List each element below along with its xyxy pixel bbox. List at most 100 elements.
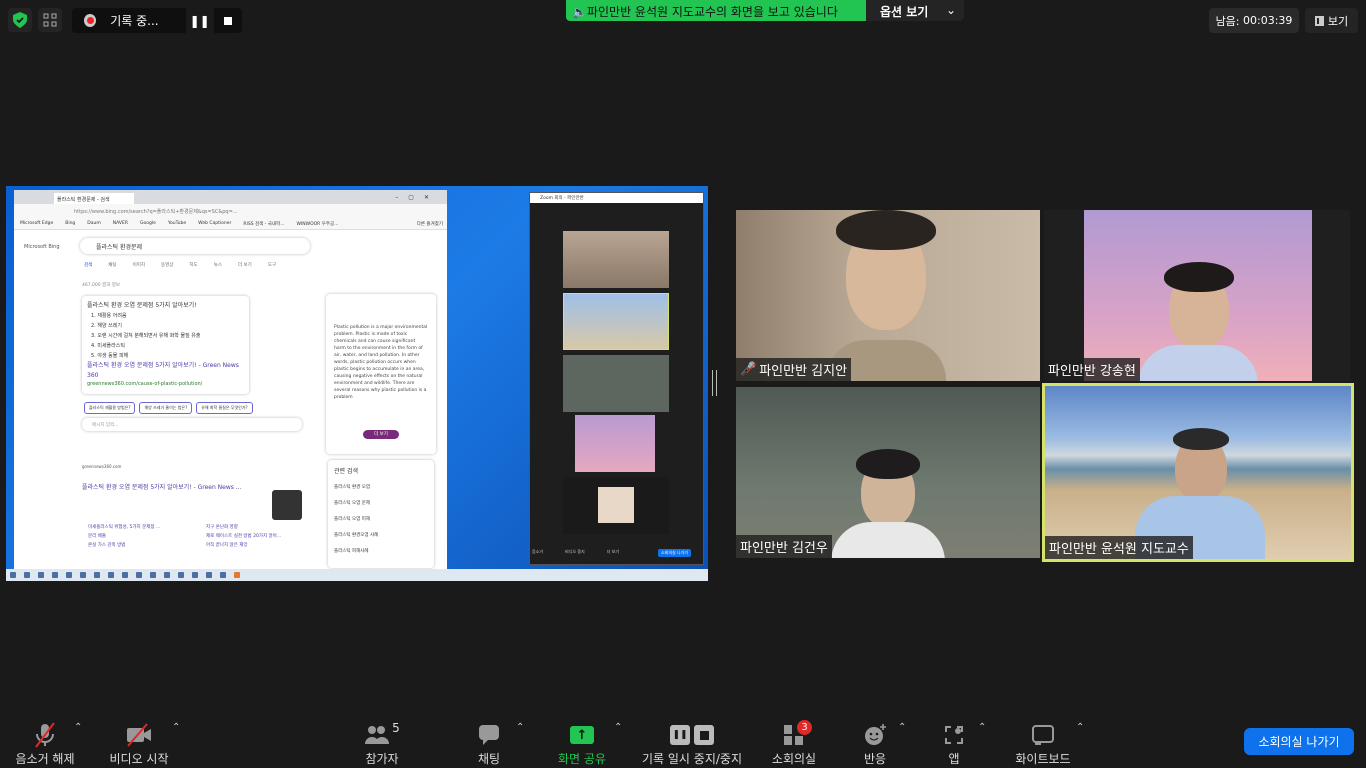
tab-maps[interactable]: 지도 bbox=[189, 262, 197, 268]
leave-breakout-room-button[interactable]: 소회의실 나가기 bbox=[1244, 728, 1354, 755]
tab-search[interactable]: 검색 bbox=[84, 262, 92, 268]
sublink[interactable]: 분리 배출 bbox=[88, 533, 206, 539]
pause-stop-recording-button[interactable]: ❚❚ 기록 일시 중지/중지 bbox=[636, 712, 748, 768]
more-button[interactable]: 더 보기 bbox=[363, 430, 399, 439]
bookmark[interactable]: NAVER bbox=[113, 221, 128, 226]
share-options-caret[interactable]: ⌃ bbox=[614, 722, 622, 733]
suggestion-chip[interactable]: 해양 쓰레기 줄이는 법은? bbox=[139, 402, 193, 414]
related-item[interactable]: 플라스틱 오염 문제 bbox=[334, 496, 428, 512]
mini-mute: 음소거 bbox=[532, 549, 544, 554]
participant-label: 파인만반 강송현 bbox=[1044, 358, 1140, 381]
view-options-button[interactable]: 옵션 보기 ⌄ bbox=[866, 0, 964, 21]
apps-icon bbox=[943, 720, 965, 750]
bing-logo: Microsoft Bing bbox=[24, 244, 60, 250]
window-controls[interactable]: –▢✕ bbox=[395, 194, 439, 201]
sublink[interactable]: 온실 가스 감축 방법 bbox=[88, 542, 206, 548]
sublink[interactable]: 지구 온난화 영향 bbox=[206, 524, 316, 530]
mini-tile bbox=[563, 477, 669, 534]
start-video-label: 비디오 시작 bbox=[109, 752, 169, 766]
video-tile-active-speaker[interactable]: 파인만반 윤석원 지도교수 bbox=[1042, 383, 1354, 562]
tab-images[interactable]: 이미지 bbox=[133, 262, 145, 268]
bookmark[interactable]: Bing bbox=[65, 221, 75, 226]
tab-chat[interactable]: 채팅 bbox=[108, 262, 116, 268]
participant-name: 파인만반 강송현 bbox=[1048, 364, 1136, 379]
zoom-mini-window: Zoom 회의 - 파인만반 음소거 비디오 중지 더 보기 소회의실 나가기 bbox=[529, 192, 704, 565]
reactions-options-caret[interactable]: ⌃ bbox=[898, 722, 906, 733]
unmute-button[interactable]: 음소거 해제 bbox=[12, 712, 78, 768]
address-bar[interactable]: https://www.bing.com/search?q=플라스틱+환경문제&… bbox=[14, 204, 447, 218]
participant-name: 파인만반 윤석원 지도교수 bbox=[1049, 542, 1189, 557]
muted-mic-icon bbox=[32, 720, 58, 750]
bookmark[interactable]: YouTube bbox=[168, 221, 186, 226]
reactions-button[interactable]: 반응 bbox=[850, 712, 900, 768]
answer-item: 4. 미세플라스틱 bbox=[91, 343, 125, 349]
sublink[interactable]: 미세플라스틱 위험성, 5가지 문제점 ... bbox=[88, 524, 206, 530]
stop-recording-button[interactable] bbox=[214, 16, 242, 25]
bookmark[interactable]: 다른 즐겨찾기 bbox=[417, 221, 443, 227]
bookmark[interactable]: RISS 검색 - 국내학... bbox=[243, 221, 284, 227]
tab-videos[interactable]: 동영상 bbox=[161, 262, 173, 268]
sublink[interactable]: 아직 끝나지 않은 재앙 bbox=[206, 542, 316, 548]
bookmark[interactable]: Google bbox=[140, 221, 156, 226]
security-shield-icon[interactable] bbox=[8, 8, 32, 32]
result-count: 467,000 결과 정보 bbox=[82, 283, 121, 288]
recording-label: 기록 중... bbox=[110, 14, 159, 28]
apps-options-caret[interactable]: ⌃ bbox=[978, 722, 986, 733]
suggestion-chip[interactable]: 유해 화학 물질은 무엇인가? bbox=[196, 402, 253, 414]
split-resize-handle[interactable] bbox=[712, 370, 717, 396]
mini-controls: 음소거 비디오 중지 더 보기 bbox=[532, 549, 619, 555]
view-button[interactable]: 보기 bbox=[1305, 8, 1358, 33]
video-tile[interactable]: 파인만반 김건우 bbox=[736, 387, 1040, 558]
recording-indicator: 기록 중... ❚❚ bbox=[72, 8, 242, 33]
chat-button[interactable]: 채팅 bbox=[462, 712, 516, 768]
grid-icon[interactable] bbox=[38, 8, 62, 32]
share-screen-button[interactable]: ↑ 화면 공유 bbox=[550, 712, 614, 768]
sublink[interactable]: 제로 웨이스트 실천 방법 20가지 알아... bbox=[206, 533, 316, 539]
smiley-icon bbox=[863, 720, 887, 750]
search-box[interactable]: 플라스틱 환경문제 bbox=[80, 238, 310, 254]
screen-share-banner: 🔈파인만반 윤석원 지도교수의 화면을 보고 있습니다 옵션 보기 ⌄ bbox=[566, 0, 964, 21]
chevron-down-icon: ⌄ bbox=[945, 3, 956, 17]
suggestion-chip[interactable]: 플라스틱 재활용 방법은? bbox=[84, 402, 136, 414]
breakout-rooms-button[interactable]: 3 소회의실 bbox=[764, 712, 824, 768]
result-title-link[interactable]: 플라스틱 환경 오염 문제점 5가지 알아보기! - Green News ..… bbox=[82, 482, 242, 491]
bookmark[interactable]: WINWOOR 우주공... bbox=[296, 221, 338, 227]
related-item[interactable]: 플라스틱 피해사례 bbox=[334, 544, 428, 560]
browser-tab[interactable]: 플라스틱 환경문제 - 검색 bbox=[54, 193, 134, 204]
video-tile[interactable]: 파인만반 강송현 bbox=[1044, 210, 1350, 381]
related-item[interactable]: 플라스틱 환경오염 사례 bbox=[334, 528, 428, 544]
bookmark[interactable]: Microsoft Edge bbox=[20, 221, 53, 226]
answer-item: 1. 재활용 어려움 bbox=[91, 313, 127, 319]
bookmark[interactable]: Web Captioner bbox=[198, 221, 231, 226]
participant-label: 파인만반 윤석원 지도교수 bbox=[1045, 536, 1193, 559]
message-input[interactable]: 메시지 입력... bbox=[82, 418, 302, 431]
bookmark[interactable]: Daum bbox=[87, 221, 100, 226]
participants-label: 참가자 bbox=[365, 752, 399, 766]
chat-options-caret[interactable]: ⌃ bbox=[516, 722, 524, 733]
whiteboard-options-caret[interactable]: ⌃ bbox=[1076, 722, 1084, 733]
video-options-caret[interactable]: ⌃ bbox=[172, 722, 180, 733]
chat-text: Plastic pollution is a major environment… bbox=[334, 325, 428, 400]
start-video-button[interactable]: 비디오 시작 bbox=[104, 712, 174, 768]
apps-button[interactable]: 앱 bbox=[934, 712, 974, 768]
sublinks: 미세플라스틱 위험성, 5가지 문제점 ... 지구 온난화 영향 분리 배출 제로 … bbox=[88, 524, 316, 548]
browser-window: 플라스틱 환경문제 - 검색 –▢✕ https://www.bing.com/s… bbox=[14, 190, 447, 570]
tab-more[interactable]: 더 보기 bbox=[238, 262, 252, 268]
banner-text: 파인만반 윤석원 지도교수의 화면을 보고 있습니다 bbox=[586, 5, 838, 19]
answer-url[interactable]: greennews360.com/cause-of-plastic-pollut… bbox=[87, 381, 244, 387]
audio-options-caret[interactable]: ⌃ bbox=[74, 722, 82, 733]
tab-tools[interactable]: 도구 bbox=[268, 262, 276, 268]
mini-tile bbox=[575, 415, 655, 472]
related-item[interactable]: 플라스틱 환경 오염 bbox=[334, 480, 428, 496]
video-tile[interactable]: 🎤̸ 파인만반 김지안 bbox=[736, 210, 1040, 381]
related-item[interactable]: 플라스틱 오염 피해 bbox=[334, 512, 428, 528]
video-off-icon bbox=[125, 720, 153, 750]
mini-tile bbox=[563, 355, 669, 412]
participants-button[interactable]: 5 참가자 bbox=[352, 712, 412, 768]
tab-news[interactable]: 뉴스 bbox=[214, 262, 222, 268]
answer-link[interactable]: 플라스틱 환경 오염 문제점 5가지 알아보기! - Green News 36… bbox=[87, 361, 244, 381]
mini-tile bbox=[563, 293, 669, 350]
pause-recording-button[interactable]: ❚❚ bbox=[185, 8, 214, 33]
mini-more: 더 보기 bbox=[606, 549, 620, 554]
whiteboard-button[interactable]: 화이트보드 bbox=[1008, 712, 1078, 768]
